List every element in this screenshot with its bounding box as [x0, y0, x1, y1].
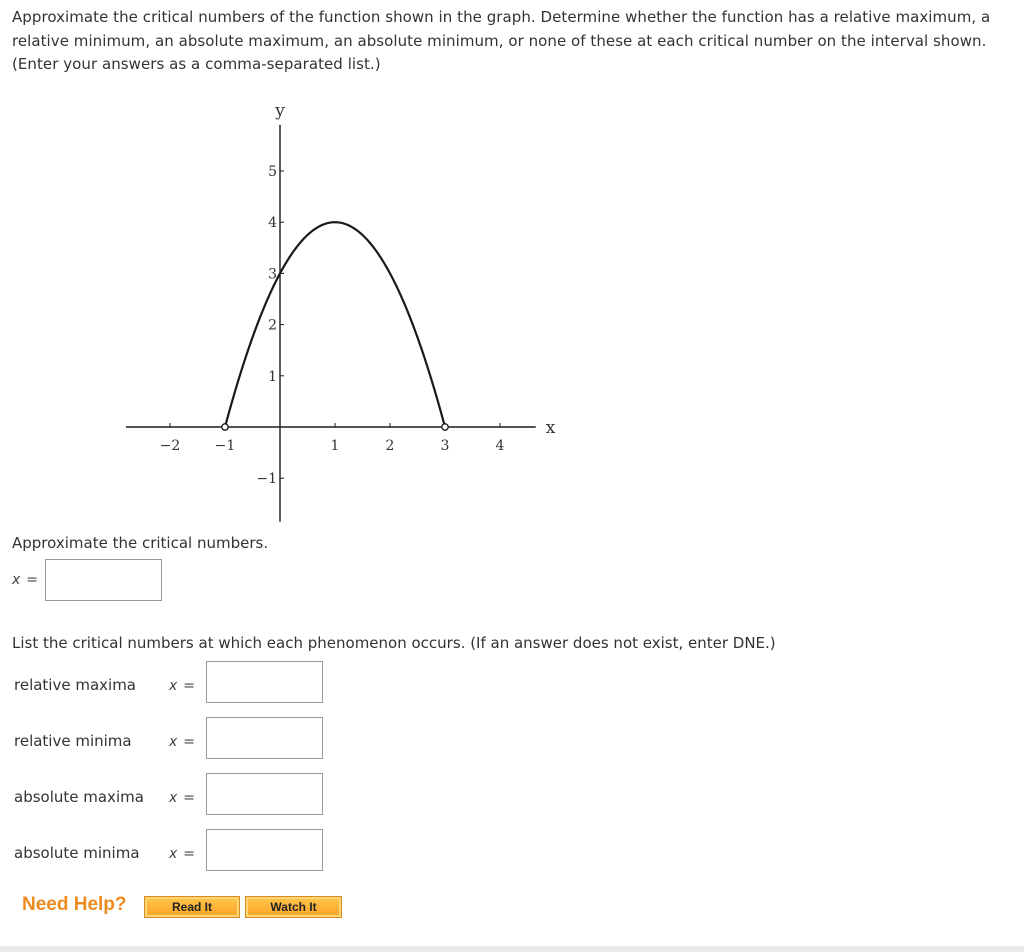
- x-equals-label: x =: [169, 790, 195, 806]
- critical-numbers-input[interactable]: [45, 559, 162, 601]
- function-graph: −2 −1 1 2 3 4−112345 x y: [126, 101, 556, 522]
- x-equals-label: x =: [169, 734, 195, 750]
- equals-sign: =: [183, 790, 196, 806]
- absolute-maxima-input[interactable]: [206, 773, 323, 815]
- relative-minima-input[interactable]: [206, 717, 323, 759]
- x-axis-label: x: [546, 418, 556, 438]
- y-axis-label: y: [274, 101, 285, 121]
- x-tick-label: 3: [441, 438, 450, 454]
- var-label: x: [169, 734, 178, 750]
- x-tick-label: 2: [386, 438, 395, 454]
- axes: [126, 124, 536, 522]
- relative-maxima-label: relative maxima: [14, 676, 136, 694]
- x-tick-label: 4: [496, 438, 505, 454]
- function-curve: [223, 221, 447, 428]
- y-tick-label: −1: [256, 471, 277, 487]
- var-label: x: [12, 572, 21, 588]
- watch-it-button[interactable]: Watch It: [245, 896, 342, 918]
- y-tick-label: 5: [268, 164, 277, 180]
- critical-numbers-prompt: Approximate the critical numbers.: [12, 534, 269, 552]
- y-tick-label: 1: [268, 369, 277, 385]
- var-label: x: [169, 790, 178, 806]
- y-tick-label: 2: [268, 318, 277, 334]
- x-tick-label: 1: [331, 438, 340, 454]
- equals-sign: =: [183, 678, 196, 694]
- read-it-button[interactable]: Read It: [144, 896, 240, 918]
- x-tick-label: −2: [160, 438, 181, 454]
- relative-minima-label: relative minima: [14, 732, 132, 750]
- absolute-minima-input[interactable]: [206, 829, 323, 871]
- x-equals-label: x =: [169, 846, 195, 862]
- absolute-minima-label: absolute minima: [14, 844, 140, 862]
- equals-sign: =: [183, 846, 196, 862]
- relative-maxima-input[interactable]: [206, 661, 323, 703]
- equals-sign: =: [183, 734, 196, 750]
- absolute-maxima-label: absolute maxima: [14, 788, 144, 806]
- need-help-label: Need Help?: [22, 894, 127, 915]
- phenomenon-prompt: List the critical numbers at which each …: [12, 634, 776, 652]
- open-endpoint: [221, 423, 229, 431]
- equals-sign: =: [26, 572, 39, 588]
- var-label: x: [169, 846, 178, 862]
- open-endpoint: [441, 423, 449, 431]
- x-tick-label: −1: [215, 438, 236, 454]
- x-equals-label: x =: [169, 678, 195, 694]
- x-equals-label: x =: [12, 572, 38, 588]
- bottom-divider: [0, 946, 1024, 952]
- y-tick-label: 4: [268, 215, 277, 231]
- ticks: −2 −1 1 2 3 4−112345: [160, 164, 505, 487]
- var-label: x: [169, 678, 178, 694]
